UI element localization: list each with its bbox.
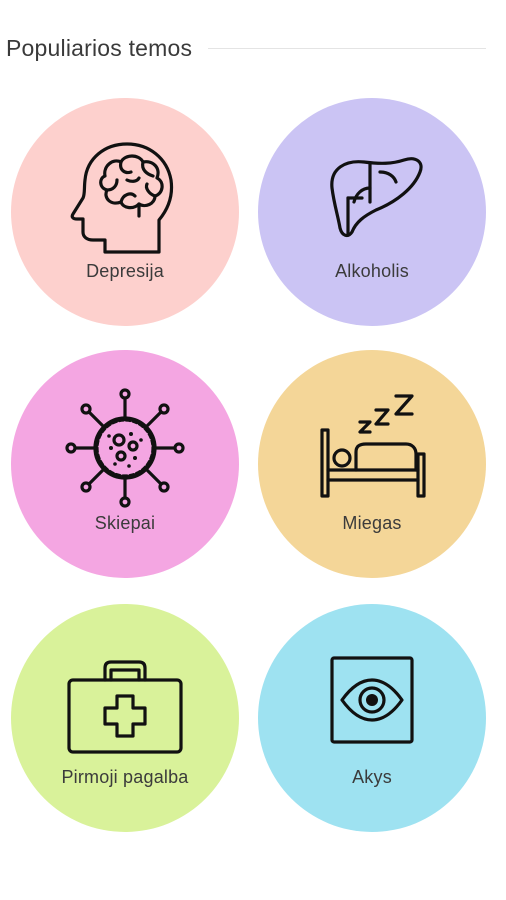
topic-label: Alkoholis: [335, 261, 409, 281]
section-title: Populiarios temos: [6, 34, 193, 61]
section-divider: [208, 47, 486, 49]
topic-akys[interactable]: Akys: [258, 604, 486, 832]
topic-label: Miegas: [342, 513, 402, 533]
liver-icon: [308, 132, 436, 260]
topic-pirmoji-pagalba[interactable]: Pirmoji pagalba: [11, 604, 239, 832]
virus-icon: [61, 384, 189, 512]
first-aid-kit-icon: [61, 638, 189, 766]
topic-alkoholis[interactable]: Alkoholis: [258, 98, 486, 326]
topic-depresija[interactable]: Depresija: [11, 98, 239, 326]
topic-label: Skiepai: [94, 513, 156, 533]
head-brain-icon: [61, 132, 189, 260]
topic-miegas[interactable]: Miegas: [258, 350, 486, 578]
topic-skiepai[interactable]: Skiepai: [11, 350, 239, 578]
section-header: Populiarios temos: [6, 30, 486, 66]
topic-label: Akys: [352, 767, 392, 787]
sleep-bed-icon: [308, 384, 436, 512]
topic-label: Pirmoji pagalba: [61, 767, 189, 787]
eye-icon: [308, 638, 436, 766]
topic-label: Depresija: [86, 261, 164, 281]
